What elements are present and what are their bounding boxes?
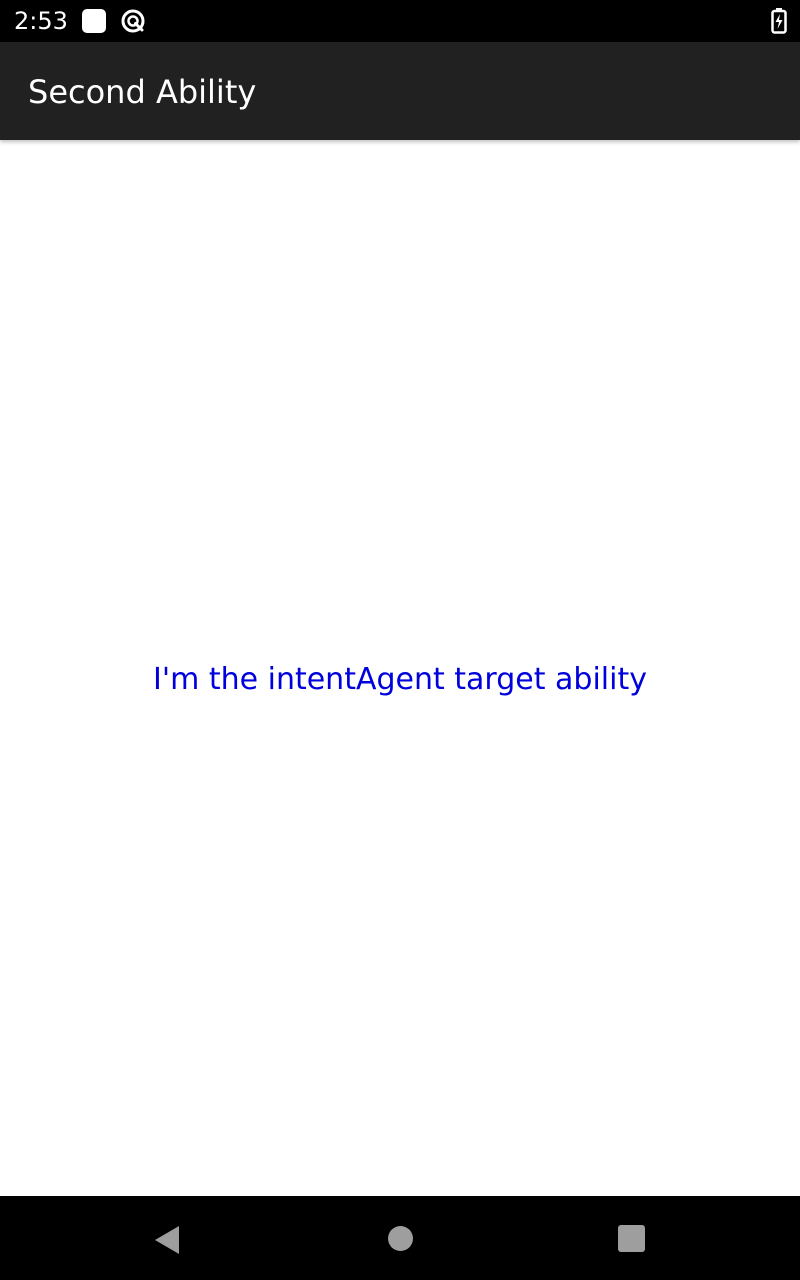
battery-charging-icon: [771, 8, 787, 38]
app-bar: Second Ability: [0, 42, 800, 140]
notification-square-icon: [82, 9, 106, 33]
back-icon[interactable]: [154, 1225, 180, 1259]
recents-icon[interactable]: [618, 1225, 645, 1252]
home-icon[interactable]: [388, 1226, 413, 1251]
sync-circle-icon: [120, 8, 146, 38]
status-time: 2:53: [14, 7, 68, 35]
navigation-bar: [0, 1196, 800, 1280]
status-bar: 2:53: [0, 0, 800, 42]
target-ability-message: I'm the intentAgent target ability: [152, 662, 647, 697]
page-title: Second Ability: [28, 73, 257, 111]
main-content: I'm the intentAgent target ability: [0, 140, 800, 1196]
